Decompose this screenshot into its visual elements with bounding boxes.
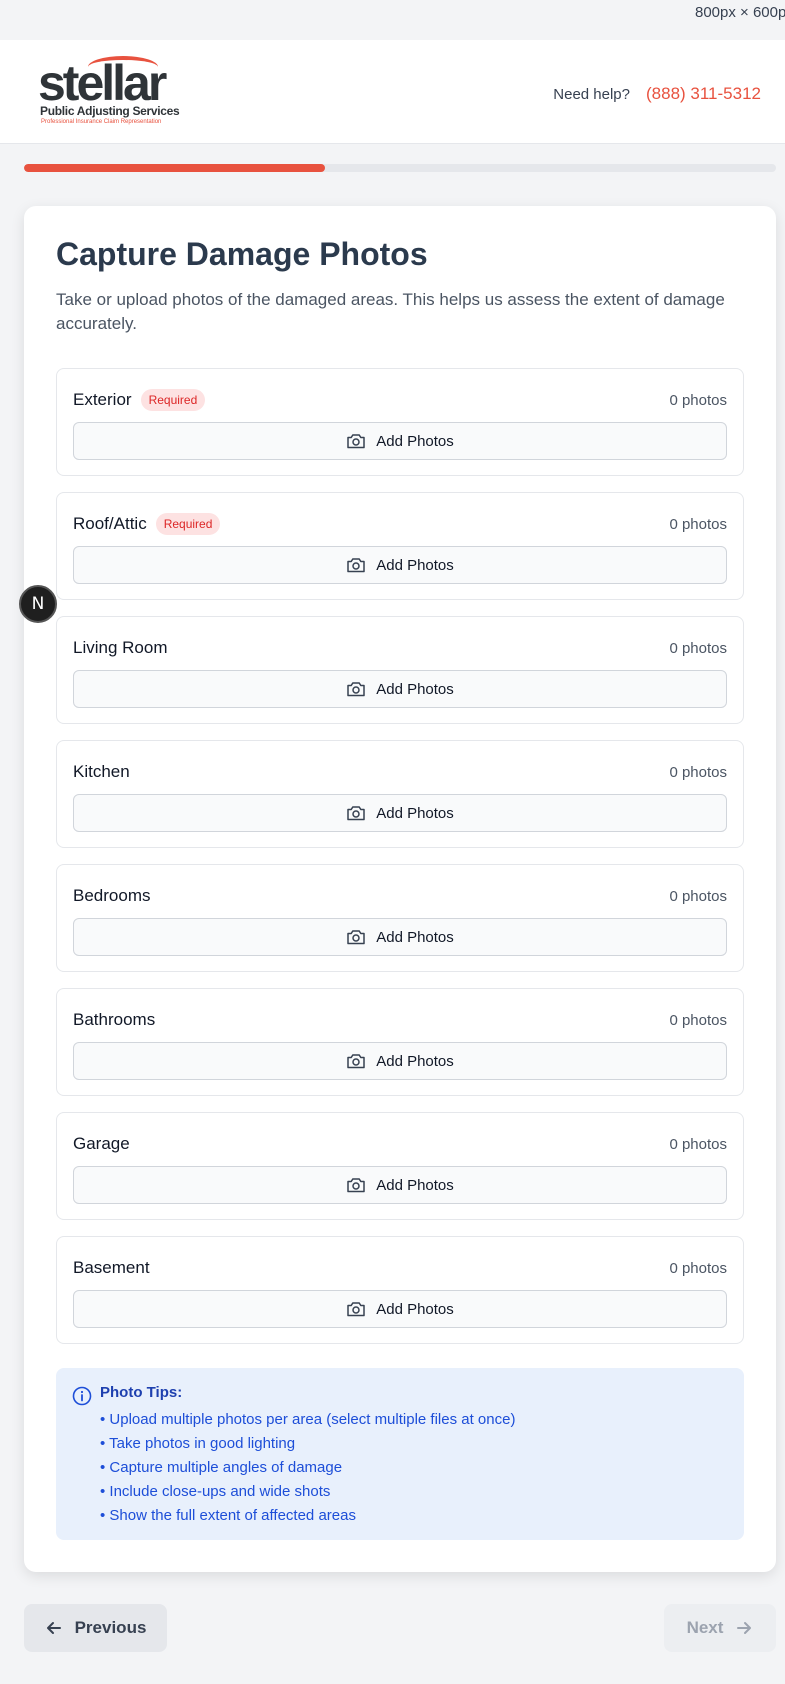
help-contact: Need help? (888) 311-5312 bbox=[553, 84, 761, 104]
camera-icon bbox=[346, 681, 366, 697]
page-description: Take or upload photos of the damaged are… bbox=[56, 290, 725, 333]
add-photos-label: Add Photos bbox=[376, 804, 454, 822]
damage-area-card: Basement 0 photos Add Photos bbox=[56, 1236, 744, 1344]
tip-item: • Show the full extent of affected areas bbox=[100, 1507, 356, 1524]
add-photos-label: Add Photos bbox=[376, 680, 454, 698]
area-header: Exterior Required 0 photos bbox=[73, 386, 727, 414]
add-photos-label: Add Photos bbox=[376, 928, 454, 946]
damage-area-card: Exterior Required 0 photos Add Photos bbox=[56, 368, 744, 476]
add-photos-button[interactable]: Add Photos bbox=[73, 1166, 727, 1204]
photo-count: 0 photos bbox=[669, 639, 727, 657]
add-photos-label: Add Photos bbox=[376, 1300, 454, 1318]
area-title: Roof/Attic bbox=[73, 514, 147, 533]
arrow-left-icon bbox=[46, 1622, 61, 1634]
area-title-wrap: Living Room bbox=[73, 638, 168, 658]
damage-area-card: Bedrooms 0 photos Add Photos bbox=[56, 864, 744, 972]
camera-icon bbox=[346, 1053, 366, 1069]
tip-item: • Capture multiple angles of damage bbox=[100, 1459, 343, 1476]
add-photos-button[interactable]: Add Photos bbox=[73, 1290, 727, 1328]
area-title: Kitchen bbox=[73, 762, 130, 781]
add-photos-button[interactable]: Add Photos bbox=[73, 794, 727, 832]
photo-tips-panel: Photo Tips: • Upload multiple photos per… bbox=[56, 1368, 744, 1540]
required-badge: Required bbox=[155, 513, 221, 535]
logo-subtitle: Public Adjusting Services bbox=[40, 104, 180, 118]
previous-button[interactable]: Previous bbox=[24, 1604, 167, 1652]
add-photos-label: Add Photos bbox=[376, 432, 454, 450]
damage-area-card: Roof/Attic Required 0 photos Add Photos bbox=[56, 492, 744, 600]
camera-icon bbox=[346, 1301, 366, 1317]
add-photos-label: Add Photos bbox=[376, 556, 454, 574]
tip-item: • Take photos in good lighting bbox=[100, 1435, 296, 1452]
tips-title: Photo Tips: bbox=[100, 1384, 183, 1401]
area-header: Roof/Attic Required 0 photos bbox=[73, 510, 727, 538]
photo-count: 0 photos bbox=[669, 1011, 727, 1029]
area-title: Basement bbox=[73, 1258, 150, 1277]
damage-area-card: Garage 0 photos Add Photos bbox=[56, 1112, 744, 1220]
area-title: Bedrooms bbox=[73, 886, 151, 905]
progress-fill bbox=[24, 164, 325, 172]
area-title-wrap: Basement bbox=[73, 1258, 150, 1278]
photo-count: 0 photos bbox=[669, 1135, 727, 1153]
camera-icon bbox=[346, 929, 366, 945]
page-title: Capture Damage Photos bbox=[56, 236, 428, 272]
area-header: Bedrooms 0 photos bbox=[73, 882, 727, 910]
photo-capture-card: Capture Damage Photos Take or upload pho… bbox=[24, 206, 776, 1572]
next-label: Next bbox=[686, 1618, 724, 1637]
area-header: Bathrooms 0 photos bbox=[73, 1006, 727, 1034]
required-badge: Required bbox=[140, 389, 206, 411]
damage-area-card: Living Room 0 photos Add Photos bbox=[56, 616, 744, 724]
area-title: Bathrooms bbox=[73, 1010, 156, 1029]
area-header: Kitchen 0 photos bbox=[73, 758, 727, 786]
area-title-wrap: Bathrooms bbox=[73, 1010, 155, 1030]
area-header: Garage 0 photos bbox=[73, 1130, 727, 1158]
area-header: Basement 0 photos bbox=[73, 1254, 727, 1282]
area-title-wrap: Kitchen bbox=[73, 762, 130, 782]
damage-area-card: Kitchen 0 photos Add Photos bbox=[56, 740, 744, 848]
previous-label: Previous bbox=[74, 1618, 147, 1637]
camera-icon bbox=[346, 1177, 366, 1193]
tip-item: • Include close-ups and wide shots bbox=[100, 1483, 331, 1500]
progress-bar bbox=[24, 164, 776, 172]
add-photos-button[interactable]: Add Photos bbox=[73, 918, 727, 956]
area-title-wrap: Bedrooms bbox=[73, 886, 150, 906]
help-label: Need help? bbox=[553, 85, 630, 103]
logo-word: stellar bbox=[38, 55, 167, 111]
camera-icon bbox=[346, 805, 366, 821]
arrow-right-icon bbox=[737, 1622, 752, 1634]
area-title: Garage bbox=[73, 1134, 130, 1153]
logo-tagline: Professional Insurance Claim Representat… bbox=[41, 119, 162, 125]
stellar-logo[interactable]: stellar Public Adjusting Services Profes… bbox=[38, 55, 180, 130]
photo-count: 0 photos bbox=[669, 1259, 727, 1277]
area-title: Exterior bbox=[73, 390, 132, 409]
next-button[interactable]: Next bbox=[664, 1604, 776, 1652]
dev-tools-badge[interactable]: N bbox=[19, 585, 57, 623]
phone-link[interactable]: (888) 311-5312 bbox=[646, 84, 761, 104]
photo-count: 0 photos bbox=[669, 391, 727, 409]
add-photos-button[interactable]: Add Photos bbox=[73, 546, 727, 584]
add-photos-button[interactable]: Add Photos bbox=[73, 1042, 727, 1080]
area-title-wrap: Roof/Attic Required bbox=[73, 513, 221, 535]
add-photos-label: Add Photos bbox=[376, 1052, 454, 1070]
viewport-size-label: 800px × 600p bbox=[695, 4, 785, 21]
camera-icon bbox=[346, 557, 366, 573]
area-title: Living Room bbox=[73, 638, 168, 657]
tip-item: • Upload multiple photos per area (selec… bbox=[100, 1411, 516, 1428]
add-photos-button[interactable]: Add Photos bbox=[73, 422, 727, 460]
add-photos-label: Add Photos bbox=[376, 1176, 454, 1194]
photo-count: 0 photos bbox=[669, 887, 727, 905]
tips-list: • Upload multiple photos per area (selec… bbox=[100, 1408, 515, 1528]
info-icon bbox=[72, 1386, 92, 1406]
site-header: stellar Public Adjusting Services Profes… bbox=[0, 40, 785, 144]
area-header: Living Room 0 photos bbox=[73, 634, 727, 662]
area-title-wrap: Exterior Required bbox=[73, 389, 206, 411]
photo-count: 0 photos bbox=[669, 515, 727, 533]
photo-count: 0 photos bbox=[669, 763, 727, 781]
damage-area-card: Bathrooms 0 photos Add Photos bbox=[56, 988, 744, 1096]
camera-icon bbox=[346, 433, 366, 449]
area-title-wrap: Garage bbox=[73, 1134, 130, 1154]
add-photos-button[interactable]: Add Photos bbox=[73, 670, 727, 708]
